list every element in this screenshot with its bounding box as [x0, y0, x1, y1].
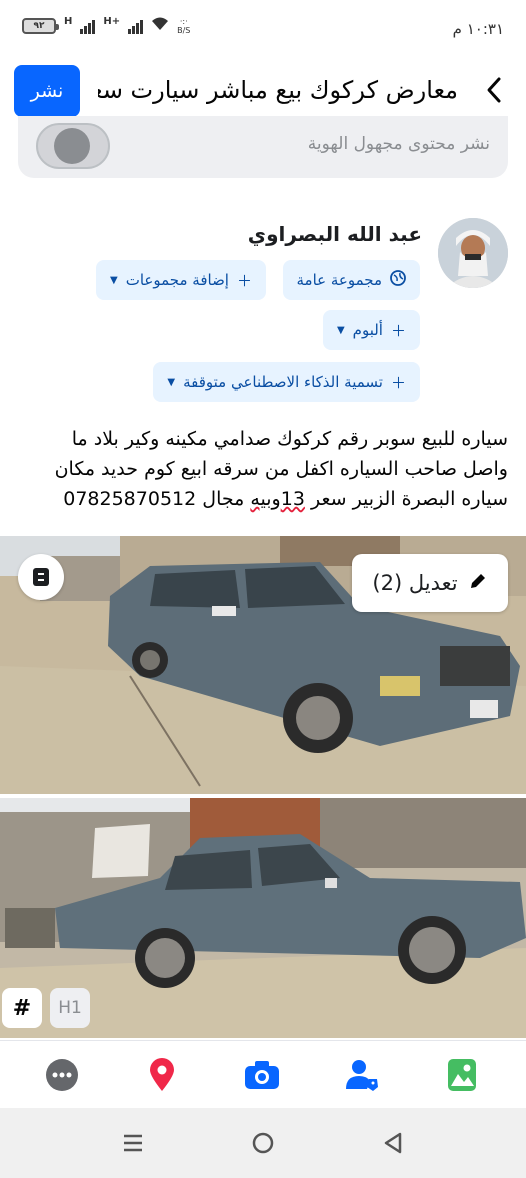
signal-icon-2: [128, 18, 144, 34]
plus-icon: ＋: [390, 321, 406, 340]
page-title: معارض كركوك بيع مباشر سيارت سعر...: [98, 76, 458, 104]
post-text-input[interactable]: سياره للبيع سوبر رقم كركوك صدامي مكينه و…: [18, 424, 508, 514]
caret-down-icon: ▼: [110, 274, 118, 286]
pencil-icon: [468, 571, 488, 596]
chevron-left-icon: [487, 77, 501, 103]
back-icon: [384, 1132, 402, 1154]
header: معارض كركوك بيع مباشر سيارت سعر... نشر: [0, 58, 526, 124]
camera-button[interactable]: [242, 1055, 282, 1095]
ai-enhance-button[interactable]: [18, 554, 64, 600]
ai-label-text: تسمية الذكاء الاصطناعي متوقفة: [183, 373, 383, 391]
battery-icon: ٩٢: [22, 17, 59, 34]
globe-icon: [390, 270, 406, 290]
audience-label: مجموعة عامة: [296, 271, 383, 289]
signal-type-1: H: [64, 16, 73, 27]
back-button[interactable]: [476, 72, 512, 108]
toggle-knob: [54, 128, 90, 164]
home-button[interactable]: [248, 1128, 278, 1158]
anonymous-post-row: نشر محتوى مجهول الهوية: [18, 116, 508, 178]
album-label: ألبوم: [352, 321, 383, 339]
add-groups-label: إضافة مجموعات: [125, 271, 229, 289]
edit-photos-button[interactable]: تعديل (2): [352, 554, 508, 612]
tag-people-button[interactable]: [342, 1055, 382, 1095]
status-bar: ٩٢ H H+ ·:· B/S ١٠:٣١ م: [0, 0, 526, 58]
status-icons: ٩٢ H H+ ·:· B/S: [22, 16, 190, 35]
photo-icon: [448, 1059, 476, 1091]
add-groups-chip[interactable]: ＋ إضافة مجموعات ▼: [96, 260, 266, 300]
audience-chip[interactable]: مجموعة عامة: [282, 260, 420, 300]
recents-button[interactable]: [118, 1128, 148, 1158]
status-time: ١٠:٣١ م: [452, 20, 504, 38]
nav-back-button[interactable]: [378, 1128, 408, 1158]
publish-button[interactable]: نشر: [14, 65, 80, 117]
edit-label: تعديل (2): [372, 571, 458, 595]
battery-level: ٩٢: [33, 20, 45, 31]
heading-button[interactable]: H1: [50, 988, 90, 1028]
location-pin-icon: [150, 1058, 174, 1091]
user-name: عبد الله البصراوي: [247, 222, 422, 246]
plus-icon: ＋: [390, 373, 406, 392]
camera-icon: [245, 1061, 279, 1089]
tag-people-icon: [346, 1060, 378, 1091]
compose-toolbar: [0, 1040, 526, 1108]
hashtag-button[interactable]: #: [2, 988, 42, 1028]
wifi-icon: [151, 16, 169, 35]
anonymous-post-label: نشر محتوى مجهول الهوية: [307, 134, 490, 154]
photo-button[interactable]: [442, 1055, 482, 1095]
post-line: سياره للبيع سوبر رقم كركوك صدامي مكينه و…: [71, 428, 508, 450]
location-button[interactable]: [142, 1055, 182, 1095]
recents-icon: [124, 1134, 142, 1152]
album-chip[interactable]: ＋ ألبوم ▼: [322, 310, 420, 350]
ai-edit-icon: [33, 568, 49, 586]
ai-label-chip[interactable]: ＋ تسمية الذكاء الاصطناعي متوقفة ▼: [153, 362, 420, 402]
system-nav-bar: [0, 1108, 526, 1178]
plus-icon: ＋: [236, 271, 252, 290]
more-button[interactable]: [42, 1055, 82, 1095]
caret-down-icon: ▼: [167, 376, 176, 388]
more-icon: [46, 1059, 78, 1091]
avatar: [438, 218, 508, 288]
anonymous-toggle[interactable]: [36, 123, 110, 169]
home-icon: [252, 1132, 274, 1154]
signal-type-2: H+: [103, 16, 121, 27]
post-line: واصل صاحب السياره اكفل من سرقه ابيع كوم …: [54, 458, 508, 480]
signal-icon: [80, 18, 96, 34]
caret-down-icon: ▼: [336, 324, 345, 336]
network-speed: ·:· B/S: [177, 16, 191, 35]
post-line: سياره البصرة الزبير سعر 13وبيه مجال 0782…: [63, 488, 508, 510]
